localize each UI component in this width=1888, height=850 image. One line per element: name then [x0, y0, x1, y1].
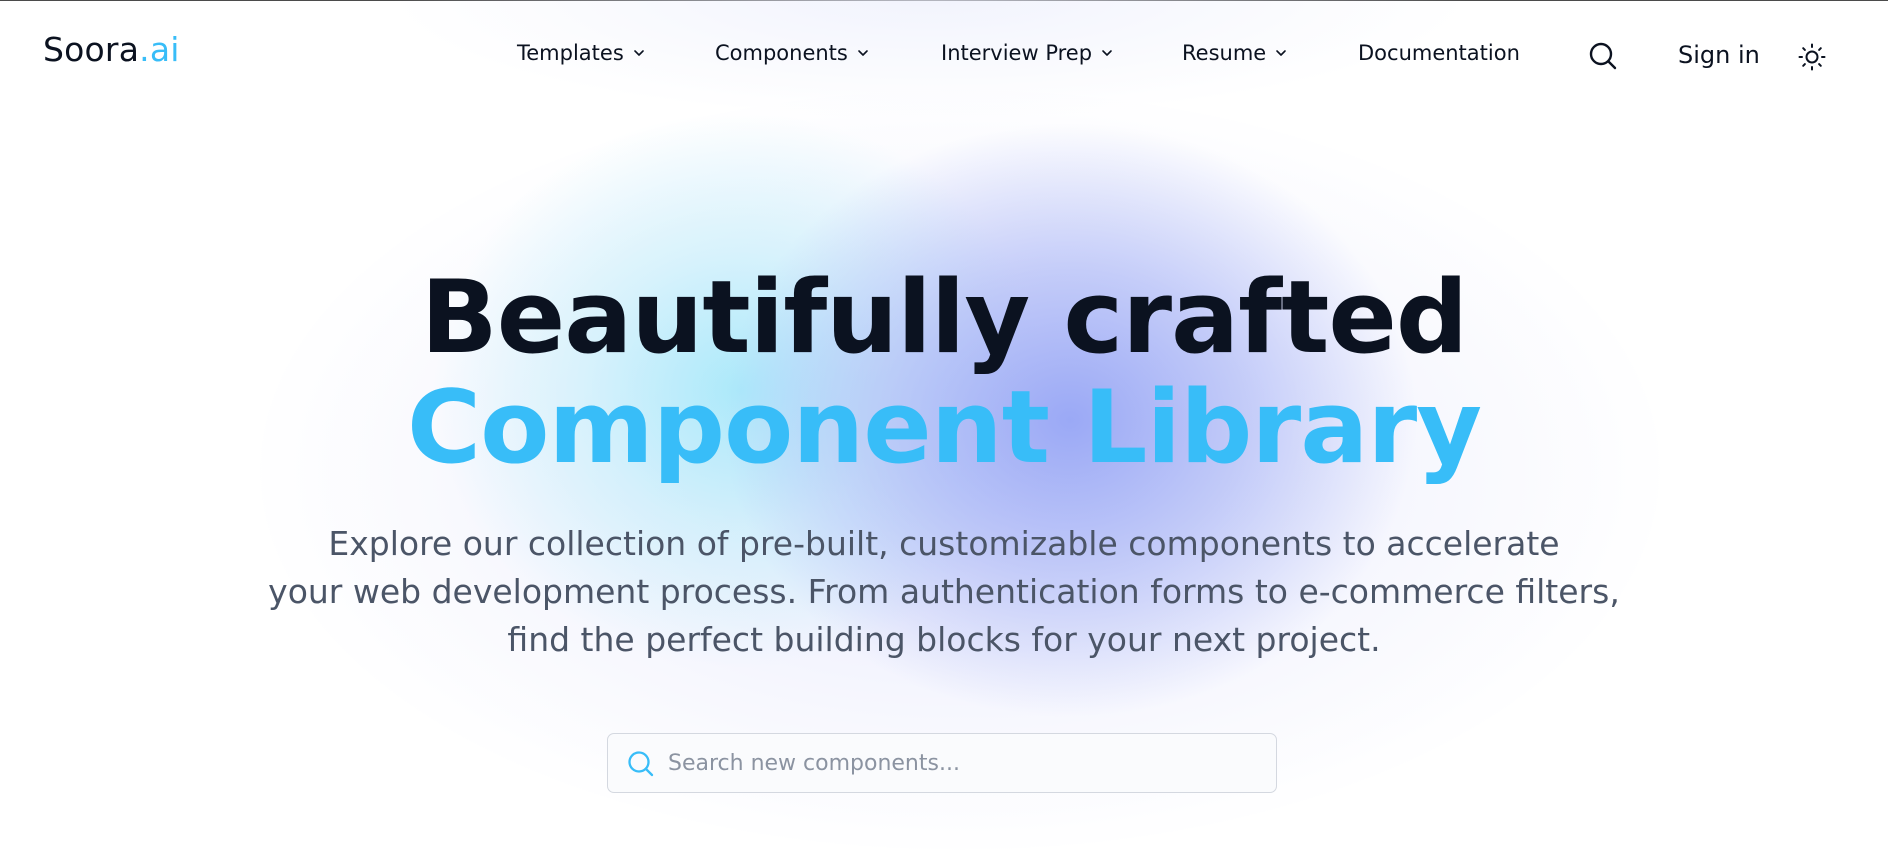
search-icon[interactable] [1588, 41, 1618, 71]
nav-item-label: Documentation [1358, 41, 1520, 65]
hero-subtitle-line-2: your web development process. From authe… [268, 572, 1620, 611]
chevron-down-icon [1102, 50, 1112, 56]
sun-icon[interactable] [1797, 42, 1827, 72]
search-input[interactable] [668, 734, 1258, 792]
nav-item-label: Resume [1182, 41, 1267, 65]
site-header: Soora.ai Templates Components Interview … [0, 1, 1888, 109]
hero-title-main: Beautifully crafted [420, 258, 1468, 376]
hero-subtitle-line-1: Explore our collection of pre-built, cus… [328, 524, 1560, 563]
nav-item-components[interactable]: Components [715, 41, 869, 65]
hero-subtitle: Explore our collection of pre-built, cus… [244, 520, 1644, 664]
brand-logo[interactable]: Soora.ai [43, 30, 180, 69]
chevron-down-icon [858, 50, 868, 56]
component-search-box [607, 733, 1277, 793]
nav-item-label: Components [715, 41, 848, 65]
hero-title-highlight: Component Library [406, 368, 1482, 486]
nav-item-label: Interview Prep [941, 41, 1093, 65]
nav-item-templates[interactable]: Templates [517, 41, 645, 65]
search-icon [628, 751, 654, 777]
nav-item-resume[interactable]: Resume [1182, 41, 1287, 65]
chevron-down-icon [1276, 50, 1287, 56]
sign-in-link[interactable]: Sign in [1678, 41, 1760, 69]
page: Soora.ai Templates Components Interview … [0, 0, 1888, 850]
nav-item-documentation[interactable]: Documentation [1358, 41, 1520, 65]
brand-suffix: .ai [139, 30, 180, 69]
chevron-down-icon [633, 50, 644, 56]
hero-title: Beautifully crafted Component Library [94, 262, 1794, 482]
hero-subtitle-line-3: find the perfect building blocks for you… [507, 620, 1381, 659]
nav-item-interview-prep[interactable]: Interview Prep [941, 41, 1113, 65]
nav-item-label: Templates [517, 41, 624, 65]
brand-name: Soora [43, 30, 140, 69]
